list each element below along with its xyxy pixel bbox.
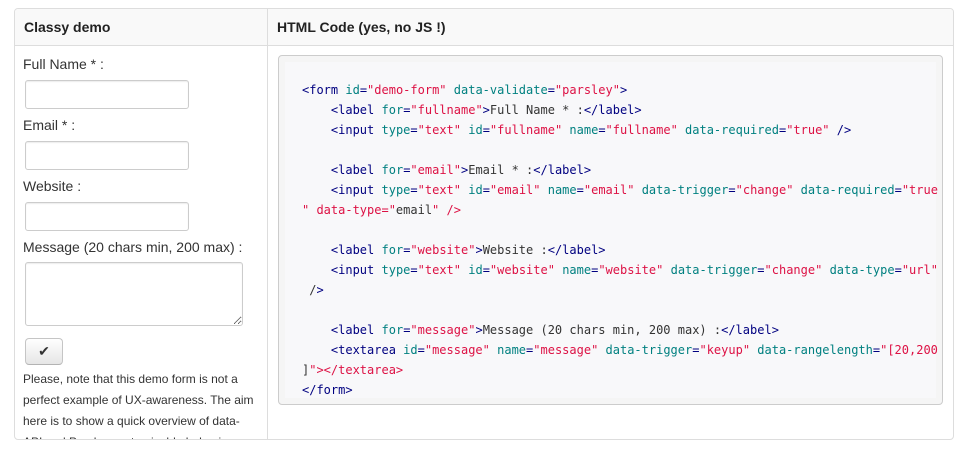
demo-column: Classy demo Full Name * : Email * : Webs… xyxy=(15,9,268,439)
code-line: " data-type="email" /> xyxy=(302,203,461,217)
code-inner: <form id="demo-form" data-validate="pars… xyxy=(285,62,938,400)
code-line: <input type="text" id="email" name="emai… xyxy=(330,183,938,197)
message-textarea[interactable] xyxy=(25,262,243,326)
demo-note: Please, note that this demo form is not … xyxy=(23,372,254,439)
fullname-label: Full Name * : xyxy=(23,56,104,72)
demo-form: Full Name * : Email * : Website : Messag… xyxy=(15,46,267,439)
email-label: Email * : xyxy=(23,117,76,133)
code-line: <input type="text" id="fullname" name="f… xyxy=(330,123,852,137)
code-line: </form> xyxy=(302,383,353,397)
code-block: <form id="demo-form" data-validate="pars… xyxy=(278,55,943,405)
code-line: <label for="fullname">Full Name * :</lab… xyxy=(330,103,642,117)
checkmark-icon: ✔ xyxy=(38,343,50,359)
message-label: Message (20 chars min, 200 max) : xyxy=(23,239,243,255)
submit-button[interactable]: ✔ xyxy=(25,338,63,365)
code-header: HTML Code (yes, no JS !) xyxy=(268,9,953,46)
email-input[interactable] xyxy=(25,141,189,170)
code-content: <form id="demo-form" data-validate="pars… xyxy=(302,80,938,400)
website-input[interactable] xyxy=(25,202,189,231)
code-line: <textarea id="message" name="message" da… xyxy=(330,343,938,357)
code-line: <label for="website">Website :</label> xyxy=(330,243,606,257)
code-line: ]"></textarea> xyxy=(302,363,404,377)
fullname-input[interactable] xyxy=(25,80,189,109)
demo-header: Classy demo xyxy=(15,9,267,46)
code-line: <label for="message">Message (20 chars m… xyxy=(330,323,779,337)
website-label: Website : xyxy=(23,178,82,194)
demo-panel: Classy demo Full Name * : Email * : Webs… xyxy=(14,8,954,440)
code-line: <label for="email">Email * :</label> xyxy=(330,163,592,177)
code-column: HTML Code (yes, no JS !) <form id="demo-… xyxy=(268,9,953,439)
code-line: /> xyxy=(302,283,324,297)
code-line: <form id="demo-form" data-validate="pars… xyxy=(302,83,628,97)
code-line: <input type="text" id="website" name="we… xyxy=(330,263,938,277)
